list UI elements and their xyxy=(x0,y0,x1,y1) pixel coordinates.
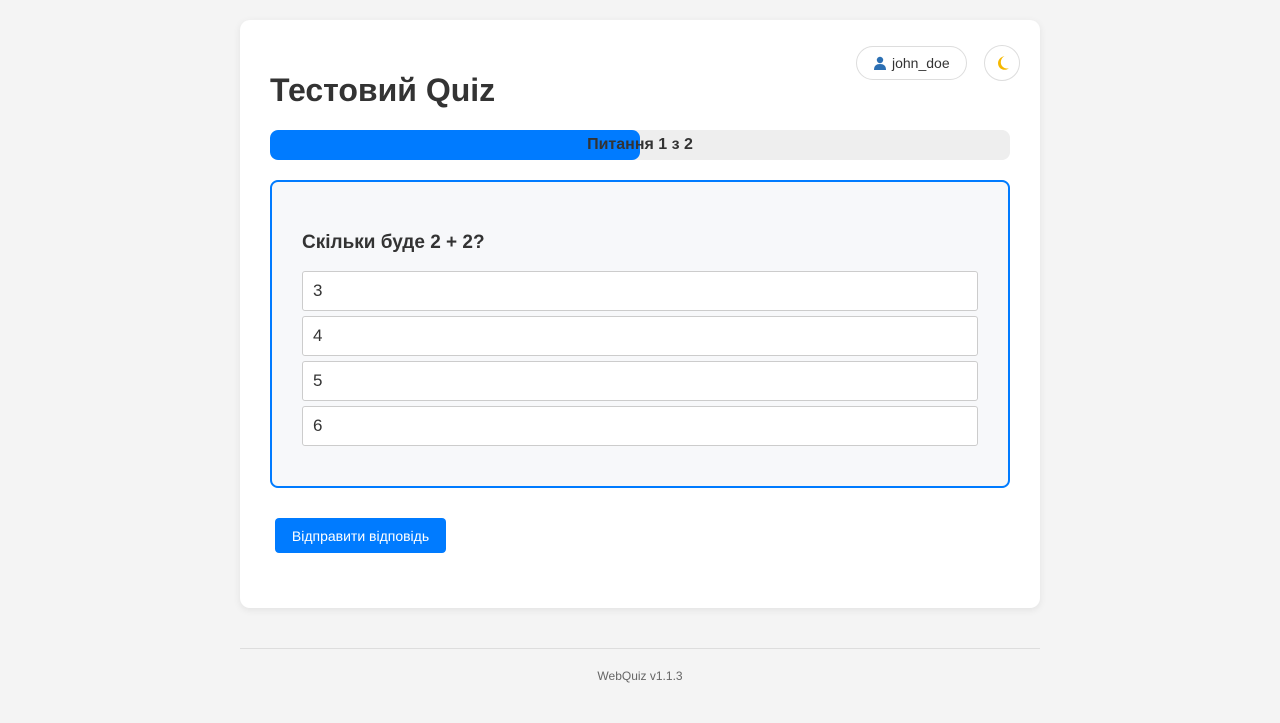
question-box: Скільки буде 2 + 2? 3 4 5 6 xyxy=(270,180,1010,488)
submit-answer-button[interactable]: Відправити відповідь xyxy=(275,518,446,553)
progress-label: Питання 1 з 2 xyxy=(587,136,693,153)
progress-bar: Питання 1 з 2 xyxy=(270,130,1010,160)
answer-option[interactable]: 4 xyxy=(302,316,978,356)
user-badge[interactable]: john_doe xyxy=(856,46,967,80)
moon-icon xyxy=(993,54,1011,72)
answer-option[interactable]: 6 xyxy=(302,406,978,446)
user-icon xyxy=(873,56,887,70)
answer-option[interactable]: 3 xyxy=(302,271,978,311)
theme-toggle-button[interactable] xyxy=(984,45,1020,81)
footer-divider xyxy=(240,648,1040,649)
username-label: john_doe xyxy=(892,55,950,71)
question-text: Скільки буде 2 + 2? xyxy=(302,232,485,253)
answer-options: 3 4 5 6 xyxy=(302,271,978,451)
quiz-card: john_doe Тестовий Quiz Питання 1 з 2 Скі… xyxy=(240,20,1040,608)
page-title: Тестовий Quiz xyxy=(270,72,496,108)
answer-option[interactable]: 5 xyxy=(302,361,978,401)
footer-version: WebQuiz v1.1.3 xyxy=(597,669,683,683)
